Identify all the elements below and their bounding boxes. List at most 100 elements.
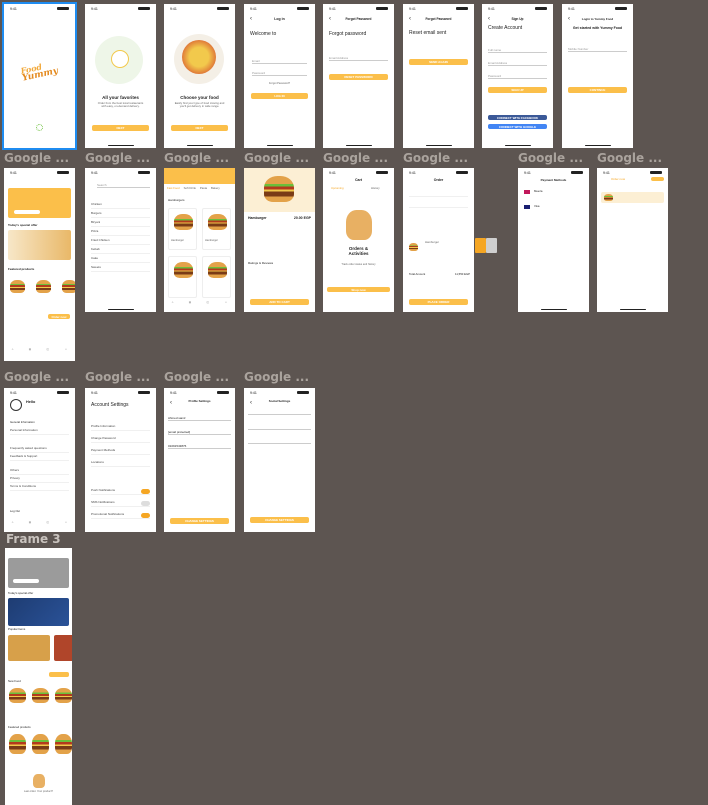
forgot-password-frame[interactable]: 9:41 ‹ Forgot Password Forgot password E… [323, 4, 394, 148]
shop-now-button[interactable]: Shop now [327, 287, 390, 292]
search-input[interactable]: Search [97, 183, 150, 188]
product-card[interactable] [202, 256, 231, 298]
nav-orders-icon[interactable]: ▤ [189, 301, 191, 310]
sign-up-button[interactable]: SIGN UP [488, 87, 547, 93]
new-food-image[interactable] [55, 688, 72, 703]
account-row[interactable]: Payment Methods [91, 448, 150, 455]
order-now-button[interactable] [49, 672, 69, 677]
cart-frame[interactable]: 9:41 Cart Upcoming History Orders & Acti… [323, 168, 394, 312]
product-card[interactable]: Hamburger [202, 208, 231, 250]
reset-sent-frame[interactable]: 9:41 ‹ Forgot Password Reset email sent … [403, 4, 474, 148]
product-detail-frame[interactable]: Hamburger 20.00 EGP Ratings & Reviews AD… [244, 168, 315, 312]
nav-account-icon[interactable]: ☺ [225, 301, 228, 310]
tab-pasta[interactable]: Pasta [200, 186, 207, 190]
social-field[interactable] [248, 439, 311, 444]
social-settings-frame[interactable]: 9:41 ‹ Social Settings CHANGE SETTINGS [244, 388, 315, 532]
new-food-image[interactable] [9, 688, 26, 703]
onboarding-choose-frame[interactable]: 9:41 Choose your food Easily find your t… [164, 4, 235, 148]
account-settings-frame[interactable]: 9:41 Account Settings Profile Informatio… [85, 388, 156, 532]
edit-icon[interactable] [475, 238, 486, 253]
tab-bakery[interactable]: Bakery [211, 186, 220, 190]
featured-image[interactable] [55, 734, 72, 754]
product-card[interactable]: Hamburger [168, 208, 197, 250]
name-field[interactable]: Ahmed samir [168, 416, 231, 421]
payment-methods-frame[interactable]: 9:41 Payment Methods Meeza Visa [518, 168, 589, 312]
avatar[interactable] [10, 399, 22, 411]
search-suggestion[interactable]: Sweets [91, 265, 150, 272]
phone-field[interactable]: 01091543876 [168, 444, 231, 449]
onboard2-next-button[interactable]: NEXT [171, 125, 228, 131]
product-image[interactable] [10, 280, 25, 293]
special-offer-image[interactable] [8, 230, 71, 260]
product-image[interactable] [62, 280, 75, 293]
password-field[interactable]: Password [252, 71, 307, 76]
payment-method-1[interactable]: Meeza [534, 189, 542, 193]
login-button[interactable]: LOG IN [251, 93, 308, 99]
popular-item[interactable] [8, 635, 50, 661]
change-settings-button[interactable]: CHANGE SETTINGS [250, 517, 309, 523]
signup-password-field[interactable]: Password [488, 74, 547, 79]
account-row[interactable]: Change Password [91, 436, 150, 443]
payment-method-2[interactable]: Visa [534, 204, 539, 208]
push-toggle[interactable] [141, 489, 150, 494]
add-to-cart-button[interactable]: ADD TO CART [250, 299, 309, 305]
splash-frame[interactable]: 9:41 Food Yummy [2, 2, 77, 150]
checkout-frame[interactable]: 9:41 Order Hamburger Total Amount 11,550… [403, 168, 474, 312]
promo-banner[interactable] [8, 558, 69, 588]
search-suggestion[interactable]: Burgers [91, 211, 150, 218]
profile-frame[interactable]: 9:41 Hello General Information Personal … [4, 388, 75, 532]
search-suggestion[interactable]: Fried Chicken [91, 238, 150, 245]
name-field[interactable]: Full name [488, 48, 547, 53]
category-frame[interactable]: Fast Food Soft Drink Pasta Bakery Hambur… [164, 168, 235, 312]
logout-link[interactable]: Log Out [10, 509, 20, 513]
tab-history[interactable]: History [371, 186, 380, 190]
email-field[interactable]: Email [252, 59, 307, 64]
profile-settings-frame[interactable]: 9:41 ‹ Profile Settings Ahmed samir [ema… [164, 388, 235, 532]
mobile-number-field[interactable]: Mobile Number [568, 47, 627, 52]
home-frame[interactable]: 9:41 Today's special offer Featured prod… [4, 168, 75, 361]
get-started-frame[interactable]: 9:41 ‹ Login to Yummy Food Get started w… [562, 4, 633, 148]
search-suggestion[interactable]: Pizza [91, 229, 150, 236]
banner-button[interactable] [13, 579, 39, 583]
nav-orders-icon[interactable]: ▤ [29, 348, 31, 357]
nav-cart-icon[interactable]: ◫ [207, 301, 209, 310]
forgot-email-field[interactable]: Email Address [329, 56, 388, 61]
send-again-button[interactable]: SEND AGAIN [409, 59, 468, 65]
nav-cart-icon[interactable]: ◫ [47, 348, 49, 357]
social-field[interactable] [248, 410, 311, 415]
nav-home-icon[interactable]: ⌂ [12, 348, 14, 357]
nav-home-icon[interactable]: ⌂ [172, 301, 174, 310]
continue-button[interactable]: CONTINUE [568, 87, 627, 93]
forgot-link[interactable]: Forgot Password? [244, 82, 315, 85]
search-suggestion[interactable]: Cake [91, 256, 150, 263]
search-suggestion[interactable]: Kebab [91, 247, 150, 254]
account-row[interactable]: Locations [91, 460, 150, 467]
search-suggestion[interactable]: Chicken [91, 202, 150, 209]
profile-row[interactable]: Feedback & Support [10, 454, 69, 461]
new-food-image[interactable] [32, 688, 49, 703]
onboarding-favorites-frame[interactable]: 9:41 All your favorites Order from the b… [85, 4, 156, 148]
account-row[interactable]: Profile Information [91, 424, 150, 431]
nav-account-icon[interactable]: ☺ [65, 348, 68, 357]
social-field[interactable] [248, 425, 311, 430]
nav-orders-icon[interactable]: ▤ [29, 521, 31, 530]
tab-soft-drink[interactable]: Soft Drink [184, 186, 196, 190]
address-row[interactable] [409, 201, 468, 208]
product-image[interactable] [36, 280, 51, 293]
profile-row[interactable]: Personal Information [10, 428, 69, 435]
profile-row[interactable]: Others [10, 468, 69, 475]
address-row[interactable] [409, 190, 468, 197]
featured-image[interactable] [9, 734, 26, 754]
search-suggestion[interactable]: Biryani [91, 220, 150, 227]
tab-upcoming[interactable]: Upcoming [331, 186, 344, 190]
special-offer-image[interactable] [8, 598, 69, 626]
change-settings-button[interactable]: CHANGE SETTINGS [170, 518, 229, 524]
popular-item[interactable] [54, 635, 72, 661]
google-button[interactable]: CONNECT WITH GOOGLE [488, 124, 547, 129]
order-now-button[interactable]: Order now [48, 314, 70, 319]
banner-button[interactable] [14, 210, 40, 214]
profile-row[interactable]: Privacy [10, 476, 69, 483]
profile-row[interactable]: Terms & Conditions [10, 484, 69, 491]
promo-toggle[interactable] [141, 513, 150, 518]
profile-row[interactable]: Frequently asked questions [10, 446, 69, 453]
